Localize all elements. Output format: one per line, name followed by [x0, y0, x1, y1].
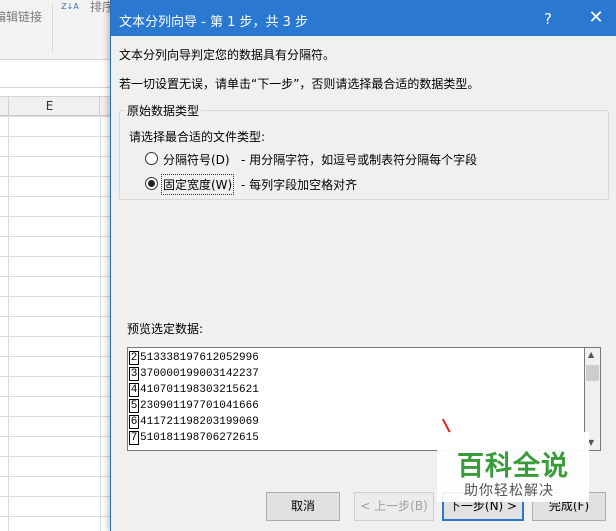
fixed-width-description: - 每列字段加空格对齐: [241, 178, 358, 192]
choose-type-label: 请选择最合适的文件类型:: [129, 130, 266, 144]
preview-label: 预览选定数据:: [127, 322, 204, 336]
row-number: 3: [129, 367, 139, 381]
sort-az-icon[interactable]: Z↓A: [60, 2, 80, 24]
grid-line: [8, 116, 9, 531]
delimited-description: - 用分隔字符，如逗号或制表符分隔每个字段: [241, 153, 478, 167]
watermark-subtitle: 助你轻松解决: [464, 483, 554, 499]
row-value: 510181198706272615: [140, 432, 259, 444]
scroll-thumb[interactable]: [586, 365, 599, 381]
row-number: 5: [129, 399, 139, 413]
watermark-title: 百科全说: [457, 451, 569, 482]
dialog-titlebar[interactable]: 文本分列向导 - 第 1 步，共 3 步 ? ✕: [111, 0, 616, 36]
row-number: 2: [129, 351, 139, 365]
dialog-title: 文本分列向导 - 第 1 步，共 3 步: [119, 15, 309, 30]
intro-text-1: 文本分列向导判定您的数据具有分隔符。: [119, 48, 336, 62]
grid-line: [100, 116, 101, 531]
preview-row: 5 230901197701041666: [128, 398, 568, 414]
intro-text-2: 若一切设置无误，请单击“下一步”，否则请选择最合适的数据类型。: [119, 77, 480, 91]
help-icon[interactable]: ?: [531, 6, 565, 32]
ribbon-edit-links[interactable]: 编辑链接: [0, 8, 42, 25]
row-value: 230901197701041666: [140, 400, 259, 412]
row-value: 370000199003142237: [140, 368, 259, 380]
group-title: 原始数据类型: [125, 102, 202, 119]
ribbon-separator: [52, 4, 53, 52]
row-number: 4: [129, 383, 139, 397]
back-button[interactable]: < 上一步(B): [354, 492, 434, 521]
row-value: 411721198203199069: [140, 416, 259, 428]
close-icon[interactable]: ✕: [579, 6, 613, 32]
scroll-up-icon[interactable]: ▲: [588, 350, 594, 359]
preview-row: 4 410701198303215621: [128, 382, 568, 398]
delimited-label[interactable]: 分隔符号(D): [163, 151, 230, 168]
cancel-button[interactable]: 取消: [266, 492, 340, 521]
fixed-width-radio[interactable]: [145, 177, 158, 190]
watermark-logo: 百科全说 助你轻松解决: [437, 432, 589, 502]
row-value: 513338197612052996: [140, 352, 259, 364]
row-value: 410701198303215621: [140, 384, 259, 396]
preview-row: 2 513338197612052996: [128, 350, 568, 366]
column-header-e[interactable]: E: [0, 97, 100, 116]
preview-row: 6 411721198203199069: [128, 414, 568, 430]
row-number: 6: [129, 415, 139, 429]
fixed-width-label[interactable]: 固定宽度(W): [160, 174, 235, 195]
preview-row: 3 370000199003142237: [128, 366, 568, 382]
delimited-radio[interactable]: [145, 152, 158, 165]
row-number: 7: [129, 431, 139, 445]
